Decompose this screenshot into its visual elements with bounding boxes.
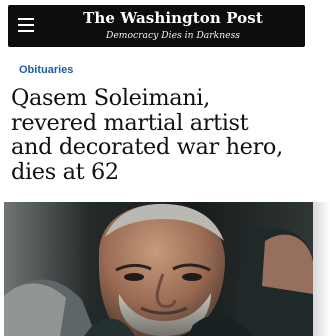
headline-line: Qasem Soleimani,: [11, 85, 210, 111]
headline-line: dies at 62: [11, 158, 119, 185]
page-edge-shadow: [313, 202, 330, 336]
masthead-tagline: Democracy Dies in Darkness: [105, 30, 241, 41]
menu-line-icon: [18, 30, 34, 32]
headline-line: revered martial artist: [11, 109, 249, 136]
headline-line: and decorated war hero,: [11, 134, 283, 160]
menu-line-icon: [18, 24, 34, 26]
article-page: The Washington Post Democracy Dies in Da…: [0, 0, 330, 336]
site-header: The Washington Post Democracy Dies in Da…: [8, 5, 305, 47]
section-link-obituaries[interactable]: Obituaries: [19, 64, 73, 77]
article-headline: Qasem Soleimani, revered martial artist …: [11, 86, 321, 184]
masthead-logo[interactable]: The Washington Post: [48, 9, 298, 27]
portrait-photo-image: [4, 202, 313, 336]
hamburger-menu-button[interactable]: [15, 14, 37, 36]
article-photo: [4, 202, 313, 336]
menu-line-icon: [18, 18, 34, 20]
